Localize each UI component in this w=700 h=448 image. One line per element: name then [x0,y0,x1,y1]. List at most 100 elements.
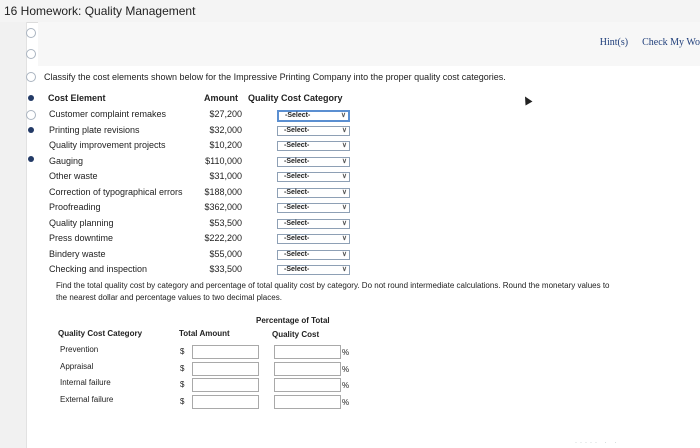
percent-sign: % [342,397,350,407]
summary-category-label: Appraisal [60,361,94,371]
cost-element-name: Proofreading [49,202,101,212]
col-header-category: Quality Cost Category [248,93,343,103]
select-value: -Select- [285,112,311,119]
total-amount-input[interactable] [192,345,259,359]
window-header: 16 Homework: Quality Management [0,0,700,23]
cost-element-name: Bindery waste [49,248,106,259]
chevron-down-icon: ∨ [341,173,347,180]
cost-element-amount: $10,200 [209,140,242,150]
col-header-percentage-sub: Quality Cost [272,330,320,339]
nav-radio-icon[interactable] [26,110,36,120]
cost-element-amount: $110,000 [205,155,242,166]
currency-symbol: $ [180,380,185,389]
percentage-input[interactable] [274,394,341,409]
question-nav-column [0,22,27,448]
cost-element-name: Checking and inspection [49,264,148,274]
cost-element-name: Gauging [49,155,84,166]
chevron-down-icon: ∨ [341,219,347,227]
select-value: -Select- [284,235,310,242]
chevron-down-icon: ∨ [341,126,347,134]
cost-element-amount: $55,000 [209,248,242,259]
select-value: -Select- [284,173,310,180]
cost-element-name: Customer complaint remakes [49,109,167,119]
quality-category-select[interactable]: -Select- ∨ [277,218,350,229]
toolbar-links: Hint(s) Check My Wo [586,37,700,48]
quality-category-select[interactable]: -Select- ∨ [277,125,350,136]
select-value: -Select- [284,142,310,149]
chevron-down-icon: ∨ [341,250,347,258]
nav-radio-icon[interactable] [26,28,36,38]
col-header-total-amount: Total Amount [179,329,230,338]
instructions-text: Classify the cost elements shown below f… [44,72,506,82]
col-header-percentage: Percentage of Total [256,316,330,325]
hints-link[interactable]: Hint(s) [600,37,628,48]
quality-category-select[interactable]: -Select- ∨ [277,172,350,182]
total-amount-input[interactable] [192,378,259,392]
quality-category-select[interactable]: -Select- ∨ [277,265,350,275]
currency-symbol: $ [180,396,185,406]
currency-symbol: $ [180,347,185,356]
percent-sign: % [342,364,350,374]
page-footer-marks: ····· · · [575,440,620,446]
chevron-down-icon: ∨ [341,142,347,149]
cost-element-amount: $362,000 [204,202,242,212]
chevron-down-icon: ∨ [341,188,347,196]
currency-symbol: $ [180,363,185,373]
percentage-input[interactable] [274,378,341,392]
cost-element-amount: $31,000 [209,171,242,181]
question-line-2: the nearest dollar and percentage values… [56,293,282,302]
cost-element-amount: $188,000 [204,186,242,197]
quality-category-select[interactable]: -Select- ∨ [277,141,350,151]
cost-element-amount: $222,200 [204,233,242,243]
quality-category-select[interactable]: -Select- ∨ [277,249,350,260]
select-value: -Select- [284,126,310,134]
summary-category-label: Prevention [60,345,99,354]
quality-category-select[interactable]: -Select- ∨ [277,234,350,244]
col-header-element: Cost Element [48,93,106,103]
nav-current-dot-icon[interactable] [28,127,34,133]
cost-element-amount: $53,500 [209,217,242,228]
select-value: -Select- [284,219,310,227]
chevron-down-icon: ∨ [341,235,347,242]
check-my-work-link[interactable]: Check My Wo [642,37,700,48]
select-value: -Select- [284,266,310,273]
chevron-down-icon: ∨ [341,266,347,273]
question-line-1: Find the total quality cost by category … [56,281,610,290]
cost-element-name: Quality improvement projects [49,140,166,150]
quality-category-select[interactable]: -Select- ∨ [277,156,350,167]
percent-sign: % [342,348,350,357]
chevron-down-icon: ∨ [341,204,347,211]
col-header-quality-category: Quality Cost Category [58,329,143,338]
quality-category-select[interactable]: -Select- ∨ [277,187,350,198]
total-amount-input[interactable] [192,394,259,409]
select-value: -Select- [284,250,310,258]
quality-category-select[interactable]: -Select- ∨ [277,203,350,213]
cost-element-name: Printing plate revisions [49,124,140,135]
percentage-input[interactable] [274,361,341,376]
percent-sign: % [342,381,350,390]
cost-element-name: Other waste [49,171,98,181]
chevron-down-icon: ∨ [341,157,347,165]
select-value: -Select- [284,157,310,165]
cost-element-name: Press downtime [49,233,114,243]
cost-element-name: Quality planning [49,217,114,228]
window-title: 16 Homework: Quality Management [4,4,196,18]
cost-element-amount: $33,500 [209,264,242,274]
nav-current-dot-icon[interactable] [28,95,34,101]
nav-radio-icon[interactable] [26,72,36,82]
chevron-down-icon: ∨ [340,112,346,119]
summary-category-label: Internal failure [60,378,111,387]
select-value: -Select- [284,188,310,196]
select-value: -Select- [284,204,310,211]
summary-category-label: External failure [60,394,114,404]
percentage-input[interactable] [274,345,341,359]
total-amount-input[interactable] [192,361,259,376]
cost-element-amount: $27,200 [209,109,242,119]
quality-category-select[interactable]: -Select- ∨ [277,110,350,122]
nav-radio-icon[interactable] [26,49,36,59]
cost-element-amount: $32,000 [209,124,242,135]
nav-current-dot-icon[interactable] [28,156,34,162]
cost-element-name: Correction of typographical errors [49,186,183,197]
col-header-amount: Amount [204,93,238,103]
mouse-cursor-icon [521,94,533,106]
